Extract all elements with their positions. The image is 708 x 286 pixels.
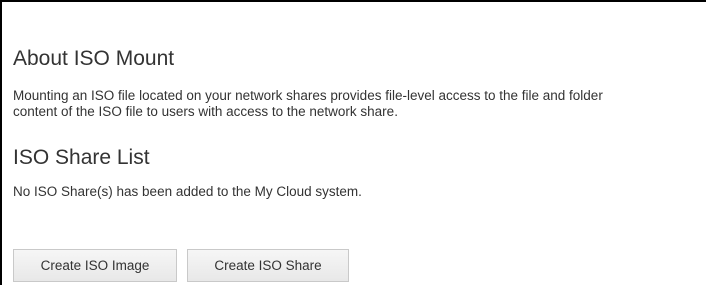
iso-mount-panel: About ISO Mount Mounting an ISO file loc…	[0, 0, 706, 285]
about-description-line-1: Mounting an ISO file located on your net…	[13, 88, 603, 103]
iso-share-empty-message: No ISO Share(s) has been added to the My…	[13, 184, 362, 199]
create-iso-image-button[interactable]: Create ISO Image	[13, 249, 177, 282]
about-description-line-2: content of the ISO file to users with ac…	[13, 104, 398, 119]
panel-content: About ISO Mount Mounting an ISO file loc…	[13, 2, 706, 285]
create-iso-share-button[interactable]: Create ISO Share	[187, 249, 349, 282]
iso-share-list-heading: ISO Share List	[13, 146, 150, 169]
about-iso-mount-description: Mounting an ISO file located on your net…	[13, 88, 603, 120]
about-iso-mount-heading: About ISO Mount	[13, 47, 175, 70]
